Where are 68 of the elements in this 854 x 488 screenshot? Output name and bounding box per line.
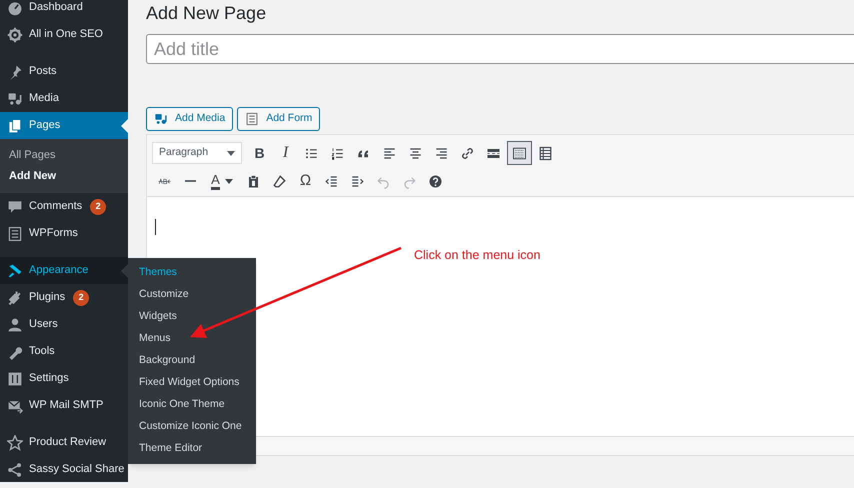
gear-icon: [7, 26, 23, 42]
share-icon: [7, 462, 23, 478]
form-icon: [245, 112, 260, 126]
flyout-item[interactable]: Widgets: [128, 306, 256, 328]
sliders-icon: [7, 370, 23, 386]
count-badge: 2: [90, 198, 106, 214]
media-icon: [154, 112, 168, 126]
indent-icon: [350, 174, 365, 188]
count-badge: 2: [73, 290, 90, 306]
sidebar-item[interactable]: WP Mail SMTP: [0, 392, 128, 419]
flyout-item[interactable]: Customize: [128, 284, 256, 306]
speech-bubble-icon: [7, 198, 23, 214]
caret-icon: [224, 178, 233, 184]
flyout-item[interactable]: Themes: [128, 262, 256, 284]
submenu-item[interactable]: All Pages: [0, 145, 128, 166]
toolbar-button[interactable]: I: [273, 141, 298, 165]
toolbar-toggle-button[interactable]: [507, 141, 532, 165]
clipboard-icon: [246, 174, 261, 188]
help-icon: [428, 174, 443, 188]
caret-icon: [227, 150, 235, 156]
annotation-text: Click on the menu icon: [414, 247, 540, 264]
add-button[interactable]: Add Form: [237, 107, 320, 131]
toolbar-button[interactable]: B: [247, 141, 272, 165]
align-left-icon: [382, 146, 397, 160]
plug-icon: [7, 290, 23, 306]
sidebar-item[interactable]: WPForms: [0, 220, 128, 247]
paintbrush-icon: [7, 262, 23, 278]
align-center-icon: [408, 146, 423, 160]
text-cursor: [155, 219, 156, 235]
toolbar-button[interactable]: A: [204, 169, 240, 193]
flyout-item[interactable]: Iconic One Theme: [128, 394, 256, 416]
outdent-icon: [324, 174, 339, 188]
star-icon: [7, 434, 23, 450]
sidebar-item[interactable]: Product Review: [0, 429, 128, 456]
flyout-item[interactable]: Customize Iconic One: [128, 416, 256, 438]
sidebar-item[interactable]: Pages: [0, 112, 128, 139]
align-right-icon: [434, 146, 449, 160]
toolbar-toggle-icon: [512, 146, 527, 160]
sidebar-item[interactable]: Appearance: [0, 257, 128, 284]
title-field[interactable]: Add title: [146, 34, 854, 64]
flyout-item[interactable]: Theme Editor: [128, 438, 256, 460]
sidebar-item[interactable]: Plugins 2: [0, 284, 128, 311]
flyout-item[interactable]: Menus: [128, 328, 256, 350]
link-icon: [460, 146, 475, 160]
format-dropdown[interactable]: Paragraph: [152, 142, 242, 164]
submenu-item[interactable]: Add New: [0, 166, 128, 187]
page-heading: Add New Page: [146, 2, 268, 25]
numbered-list-icon: [330, 146, 345, 160]
user-icon: [7, 316, 23, 332]
table-icon: [538, 146, 553, 160]
sidebar-item[interactable]: All in One SEO: [0, 21, 128, 48]
sidebar-item[interactable]: Posts: [0, 58, 128, 85]
form-icon: [7, 226, 23, 242]
flyout-item[interactable]: Background: [128, 350, 256, 372]
sidebar-item[interactable]: Comments 2: [0, 193, 128, 220]
eraser-icon: [272, 174, 287, 188]
toolbar-button[interactable]: Ω: [293, 169, 318, 193]
add-button[interactable]: Add Media: [146, 107, 234, 131]
media-icon: [7, 90, 23, 106]
sidebar-item[interactable]: Tools: [0, 338, 128, 365]
pages-icon: [7, 118, 23, 134]
sidebar-item[interactable]: Dashboard: [0, 0, 128, 21]
sidebar-item[interactable]: Settings: [0, 365, 128, 392]
horizontal-line-icon: [185, 180, 196, 182]
sidebar-item[interactable]: Users: [0, 311, 128, 338]
flyout-item[interactable]: Fixed Widget Options: [128, 372, 256, 394]
sidebar-item[interactable]: Sassy Social Share: [0, 456, 128, 483]
sidebar-item[interactable]: Media: [0, 85, 128, 112]
